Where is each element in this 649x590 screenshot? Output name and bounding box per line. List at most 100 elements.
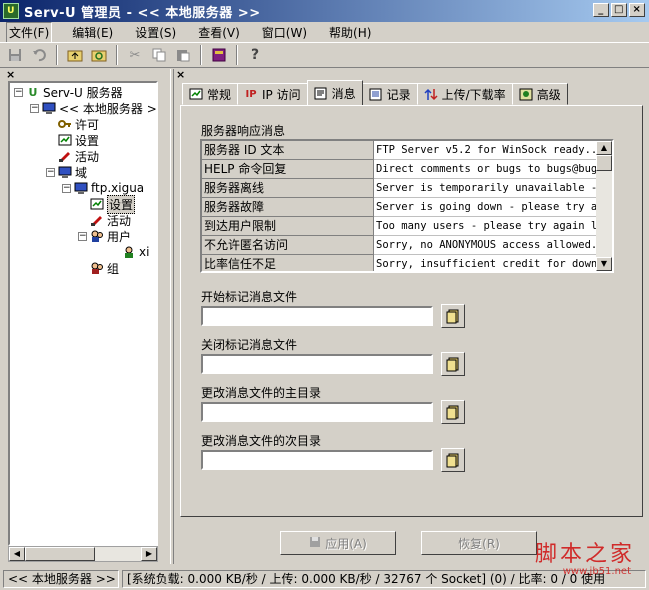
folder-up-icon[interactable] (64, 44, 86, 66)
close-button[interactable]: × (629, 3, 645, 17)
browse-button[interactable] (441, 352, 465, 376)
restore-button[interactable]: 恢复(R) (421, 531, 537, 555)
message-value[interactable]: Sorry, no ANONYMOUS access allowed. (374, 236, 598, 255)
scroll-left-button[interactable]: ◀ (9, 547, 25, 561)
table-row[interactable]: 服务器故障 Server is going down - please try … (202, 198, 598, 217)
tab-messages[interactable]: 消息 (306, 80, 363, 105)
message-key: 服务器离线 (202, 179, 374, 198)
browse-button[interactable] (441, 400, 465, 424)
message-value[interactable]: Server is temporarily unavailable - plea… (374, 179, 598, 198)
activity-icon (90, 213, 104, 227)
browse-button[interactable] (441, 448, 465, 472)
tree-node-local-server[interactable]: << 本地服务器 >> (42, 100, 156, 116)
tree-node-servu[interactable]: U Serv-U 服务器 (26, 84, 123, 100)
paste-icon[interactable] (172, 44, 194, 66)
maximize-button[interactable]: □ (611, 3, 627, 17)
close-panel-icon[interactable]: × (6, 68, 15, 81)
collapse-icon[interactable]: − (78, 232, 87, 241)
save-icon (309, 536, 321, 551)
tree-horizontal-scrollbar[interactable]: ◀ ▶ (8, 546, 158, 562)
message-key: HELP 命令回复 (202, 160, 374, 179)
tree-node-activity[interactable]: 活动 (58, 148, 99, 164)
title-bar: U Serv-U 管理员 - << 本地服务器 >> _ □ × (0, 0, 649, 22)
save-icon[interactable] (4, 44, 26, 66)
table-row[interactable]: 服务器离线 Server is temporarily unavailable … (202, 179, 598, 198)
computer-icon (74, 181, 88, 195)
collapse-icon[interactable]: − (14, 88, 23, 97)
ratio-icon (424, 87, 438, 101)
tree-node-users[interactable]: 用户 (90, 228, 131, 244)
collapse-icon[interactable]: − (46, 168, 55, 177)
tab-advanced[interactable]: 高级 (511, 83, 568, 105)
scroll-thumb[interactable] (25, 547, 95, 561)
menu-edit[interactable]: 编辑(E) (70, 23, 115, 42)
tab-strip: 常规 IP IP 访问 消息 记录 上传/下载率 高级 (182, 80, 568, 105)
close-panel-icon[interactable]: × (176, 68, 185, 81)
message-key: 服务器故障 (202, 198, 374, 217)
advanced-icon (519, 87, 533, 101)
minimize-button[interactable]: _ (593, 3, 609, 17)
menu-view[interactable]: 查看(V) (196, 23, 242, 42)
window-controls: _ □ × (593, 3, 645, 17)
collapse-icon[interactable]: − (30, 104, 39, 113)
tree-node-domain-settings[interactable]: 设置 (90, 194, 136, 214)
tab-general[interactable]: 常规 (182, 83, 239, 105)
help-icon[interactable]: ? (244, 44, 266, 66)
cut-icon[interactable]: ✂ (124, 44, 146, 66)
right-panel: × 常规 IP IP 访问 消息 记录 上传/下载率 高级 服务器响应消息 服务… (174, 68, 649, 564)
message-key: 到达用户限制 (202, 217, 374, 236)
tab-ratio[interactable]: 上传/下载率 (416, 83, 513, 105)
browse-button[interactable] (441, 304, 465, 328)
scroll-up-button[interactable]: ▲ (596, 141, 612, 155)
message-value[interactable]: Too many users - please try again later (374, 217, 598, 236)
apply-button[interactable]: 应用(A) (280, 531, 396, 555)
server-messages-label: 服务器响应消息 (201, 124, 286, 138)
undo-icon[interactable] (28, 44, 50, 66)
secondary-dir-message-file-input[interactable] (201, 450, 433, 470)
menu-window[interactable]: 窗口(W) (260, 23, 309, 42)
tree-node-user-xi[interactable]: xi (122, 244, 149, 260)
scroll-right-button[interactable]: ▶ (141, 547, 157, 561)
copy-icon[interactable] (148, 44, 170, 66)
table-row[interactable]: 比率信任不足 Sorry, insufficient credit for do… (202, 255, 598, 271)
scroll-thumb[interactable] (596, 155, 612, 171)
end-message-file-label: 关闭标记消息文件 (201, 338, 298, 352)
toolbar-separator (116, 45, 118, 65)
message-value[interactable]: Server is going down - please try again (374, 198, 598, 217)
browse-icon (446, 453, 459, 468)
collapse-icon[interactable]: − (62, 184, 71, 193)
tree-node-license[interactable]: 许可 (58, 116, 99, 132)
log-icon (369, 87, 383, 101)
tree-node-settings[interactable]: 设置 (58, 132, 99, 148)
tab-log[interactable]: 记录 (361, 83, 418, 105)
primary-dir-message-file-input[interactable] (201, 402, 433, 422)
message-value[interactable]: Sorry, insufficient credit for download (374, 255, 598, 271)
table-row[interactable]: 到达用户限制 Too many users - please try again… (202, 217, 598, 236)
table-row[interactable]: HELP 命令回复 Direct comments or bugs to bug… (202, 160, 598, 179)
tree-node-groups[interactable]: 组 (90, 260, 119, 276)
toolbar-separator (200, 45, 202, 65)
messages-vertical-scrollbar[interactable]: ▲ ▼ (596, 141, 612, 271)
ip-icon: IP (245, 88, 257, 100)
tree-node-domain-activity[interactable]: 活动 (90, 212, 131, 228)
book-icon[interactable] (208, 44, 230, 66)
menu-help[interactable]: 帮助(H) (327, 23, 373, 42)
tree-node-domains[interactable]: 域 (58, 164, 87, 180)
refresh-icon[interactable] (88, 44, 110, 66)
message-value[interactable]: Direct comments or bugs to bugs@bugs.com (374, 160, 598, 179)
table-row[interactable]: 服务器 ID 文本 FTP Server v5.2 for WinSock re… (202, 141, 598, 160)
begin-message-file-input[interactable] (201, 306, 433, 326)
tab-ip-access[interactable]: IP IP 访问 (237, 83, 308, 105)
key-icon (58, 117, 72, 131)
table-row[interactable]: 不允许匿名访问 Sorry, no ANONYMOUS access allow… (202, 236, 598, 255)
message-value[interactable]: FTP Server v5.2 for WinSock ready... (374, 141, 598, 160)
menu-file[interactable]: 文件(F) (6, 21, 53, 43)
message-key: 服务器 ID 文本 (202, 141, 374, 160)
end-message-file-input[interactable] (201, 354, 433, 374)
menu-settings[interactable]: 设置(S) (133, 23, 178, 42)
scroll-down-button[interactable]: ▼ (596, 257, 612, 271)
status-bar: << 本地服务器 >> [系统负载: 0.000 KB/秒 / 上传: 0.00… (0, 567, 649, 590)
watermark-logo: 脚本之家 (534, 542, 635, 567)
general-icon (189, 87, 203, 101)
message-icon (314, 86, 328, 100)
